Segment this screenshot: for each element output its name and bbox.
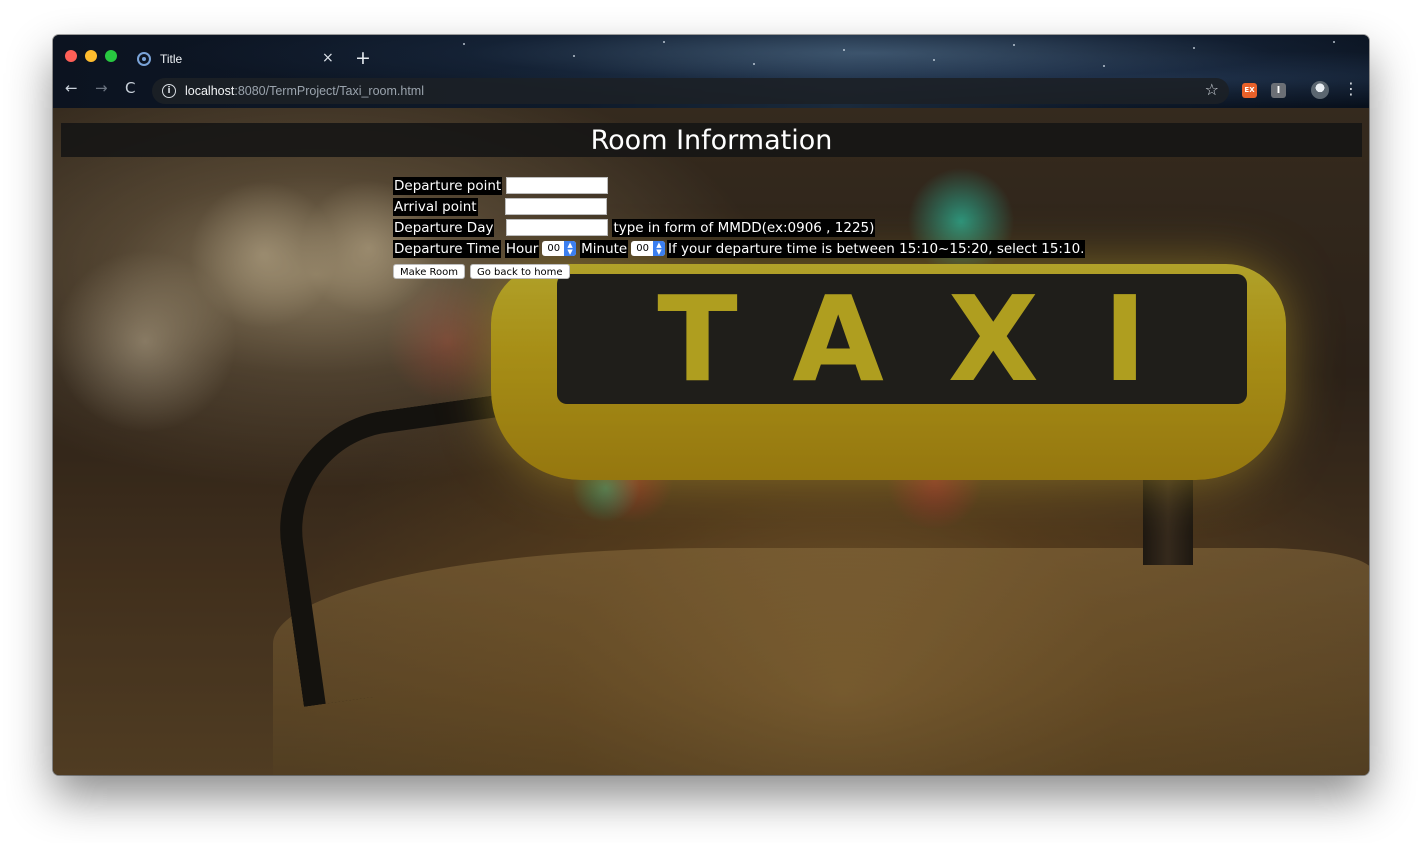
make-room-button[interactable]: Make Room — [393, 264, 465, 279]
page-header: Room Information — [61, 123, 1362, 157]
extension-bookmark-icon[interactable]: I — [1271, 83, 1286, 98]
page-title: Room Information — [590, 124, 833, 156]
address-bar[interactable]: i localhost:8080/TermProject/Taxi_room.h… — [152, 78, 1229, 104]
maximize-window-button[interactable] — [105, 50, 117, 62]
departure-day-row: Departure Day type in form of MMDD(ex:09… — [393, 217, 1085, 238]
go-back-home-button[interactable]: Go back to home — [470, 264, 570, 279]
forward-button[interactable]: → — [95, 79, 108, 97]
hour-select[interactable]: 00 ▲ ▼ — [542, 241, 577, 256]
close-window-button[interactable] — [65, 50, 77, 62]
bookmark-star-icon[interactable]: ☆ — [1205, 80, 1219, 99]
departure-time-label: Departure Time — [393, 239, 501, 258]
arrival-point-label: Arrival point — [393, 197, 478, 216]
departure-day-hint: type in form of MMDD(ex:0906 , 1225) — [612, 218, 876, 237]
site-favicon-icon — [137, 52, 151, 66]
hour-select-value: 00 — [547, 243, 561, 254]
arrival-point-input[interactable] — [504, 198, 607, 215]
reload-button[interactable]: C — [125, 79, 135, 97]
hour-label: Hour — [504, 239, 540, 258]
browser-window: Title × + ← → C i localhost:8080/TermPro… — [53, 35, 1369, 775]
site-info-icon[interactable]: i — [162, 84, 176, 98]
form-buttons: Make Room Go back to home — [393, 264, 1085, 279]
url-text[interactable]: localhost:8080/TermProject/Taxi_room.htm… — [185, 84, 424, 98]
browser-tab[interactable]: Title × — [127, 45, 347, 73]
arrival-point-row: Arrival point — [393, 196, 1085, 217]
browser-chrome: Title × + ← → C i localhost:8080/TermPro… — [53, 35, 1369, 108]
minute-select-value: 00 — [636, 243, 649, 254]
browser-menu-icon[interactable]: ⋮ — [1343, 79, 1359, 98]
extension-ex-icon[interactable]: EX — [1242, 83, 1257, 98]
minute-select-arrows-icon: ▲ ▼ — [652, 241, 665, 256]
departure-point-input[interactable] — [506, 177, 609, 194]
back-button[interactable]: ← — [65, 79, 78, 97]
departure-point-row: Departure point — [393, 175, 1085, 196]
window-controls — [65, 50, 117, 62]
profile-avatar[interactable] — [1311, 81, 1329, 99]
departure-time-row: Departure Time Hour 00 ▲ ▼ Minute 00 ▲ ▼ I… — [393, 238, 1086, 259]
page-viewport: TAXI Room Information Departure point Ar… — [53, 108, 1369, 775]
new-tab-button[interactable]: + — [355, 47, 371, 69]
room-form: Departure point Arrival point Departure … — [393, 175, 1086, 279]
url-path: :8080/TermProject/Taxi_room.html — [234, 84, 424, 98]
departure-day-input[interactable] — [506, 219, 609, 236]
tab-close-icon[interactable]: × — [322, 50, 334, 66]
departure-day-label: Departure Day — [393, 218, 495, 237]
url-host: localhost — [185, 84, 235, 98]
departure-time-hint: If your departure time is between 15:10~… — [666, 239, 1086, 258]
minute-select[interactable]: 00 ▲ ▼ — [631, 241, 665, 256]
minute-label: Minute — [580, 239, 629, 258]
hour-select-arrows-icon: ▲ ▼ — [564, 241, 577, 256]
departure-point-label: Departure point — [393, 176, 503, 195]
minimize-window-button[interactable] — [85, 50, 97, 62]
tab-title: Title — [160, 52, 183, 66]
